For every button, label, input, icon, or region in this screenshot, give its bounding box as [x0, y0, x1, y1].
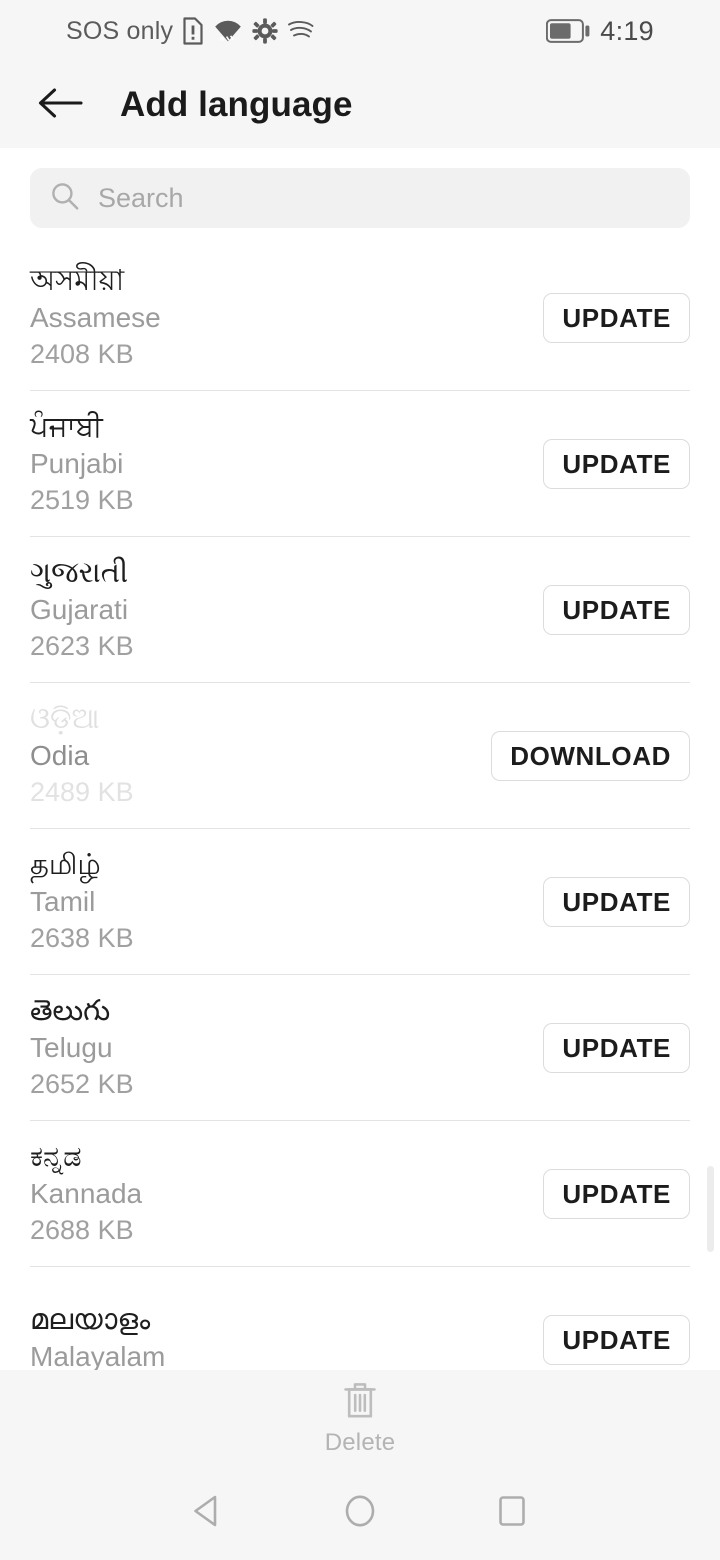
language-native-name: മലയാളം [30, 1304, 151, 1337]
language-size: 2638 KB [30, 923, 134, 954]
language-native-name: ଓଡ଼ିଆ [30, 702, 100, 735]
language-english-name: Tamil [30, 885, 96, 917]
update-button[interactable]: UPDATE [543, 1023, 690, 1073]
language-english-name: Punjabi [30, 447, 124, 479]
table-row[interactable]: ଓଡ଼ିଆ Odia 2489 KB DOWNLOAD [0, 683, 720, 829]
language-native-name: తెలుగు [30, 994, 111, 1027]
nav-recents-button[interactable] [436, 1466, 588, 1560]
language-size: 2519 KB [30, 485, 134, 516]
nav-home-button[interactable] [284, 1466, 436, 1560]
app-bar: Add language [0, 62, 720, 148]
language-english-name: Odia [30, 739, 90, 771]
search-input[interactable]: Search [30, 168, 690, 228]
language-size: 2652 KB [30, 1069, 134, 1100]
content-area: Search অসমীয়া Assamese 2408 KB UPDATE ਪੰਜਾਬ… [0, 148, 720, 1370]
update-button[interactable]: UPDATE [543, 1315, 690, 1365]
status-bar-right: 4:19 [546, 0, 654, 62]
language-text-group: ગુજરાતી Gujarati 2623 KB [30, 556, 543, 665]
language-english-name: Malayalam [30, 1341, 166, 1370]
language-size: 2623 KB [30, 631, 134, 662]
back-arrow-icon [37, 85, 83, 126]
language-size: 2688 KB [30, 1215, 134, 1246]
status-bar: SOS only 4:19 [0, 0, 720, 62]
search-icon [50, 181, 80, 216]
language-list: অসমীয়া Assamese 2408 KB UPDATE ਪੰਜਾਬੀ Punjab… [0, 245, 720, 1370]
phone-screen: SOS only 4:19 Add language Search অসমীয়… [0, 0, 720, 1560]
table-row[interactable]: ਪੰਜਾਬੀ Punjabi 2519 KB UPDATE [0, 391, 720, 537]
search-placeholder: Search [98, 182, 184, 213]
language-native-name: অসমীয়া [30, 264, 125, 297]
language-text-group: മലയാളം Malayalam [30, 1303, 543, 1370]
language-english-name: Kannada [30, 1177, 143, 1209]
nav-recents-square-icon [492, 1491, 532, 1536]
language-text-group: ਪੰਜਾਬੀ Punjabi 2519 KB [30, 410, 543, 519]
language-native-name: ಕನ್ನಡ [30, 1140, 82, 1173]
table-row[interactable]: മലയാളം Malayalam UPDATE [0, 1267, 720, 1370]
update-button[interactable]: UPDATE [543, 1169, 690, 1219]
sim-alert-icon [182, 17, 204, 45]
android-nav-bar [0, 1466, 720, 1560]
gear-icon [252, 18, 278, 44]
language-text-group: ಕನ್ನಡ Kannada 2688 KB [30, 1140, 543, 1249]
swiftkey-icon [287, 19, 315, 43]
update-button[interactable]: UPDATE [543, 877, 690, 927]
delete-label: Delete [324, 1428, 396, 1456]
battery-icon [546, 19, 590, 43]
page-title: Add language [120, 85, 353, 124]
table-row[interactable]: অসমীয়া Assamese 2408 KB UPDATE [0, 245, 720, 391]
language-text-group: অসমীয়া Assamese 2408 KB [30, 264, 543, 373]
table-row[interactable]: ગુજરાતી Gujarati 2623 KB UPDATE [0, 537, 720, 683]
table-row[interactable]: தமிழ் Tamil 2638 KB UPDATE [0, 829, 720, 975]
update-button[interactable]: UPDATE [543, 439, 690, 489]
language-text-group: తెలుగు Telugu 2652 KB [30, 994, 543, 1103]
delete-action-bar[interactable]: Delete [0, 1370, 720, 1466]
language-native-name: தமிழ் [30, 848, 101, 881]
table-row[interactable]: తెలుగు Telugu 2652 KB UPDATE [0, 975, 720, 1121]
nav-home-circle-icon [340, 1491, 380, 1536]
language-native-name: ਪੰਜਾਬੀ [30, 410, 103, 443]
trash-icon [340, 1380, 380, 1427]
nav-back-button[interactable] [132, 1466, 284, 1560]
language-size: 2489 KB [30, 777, 134, 808]
status-clock: 4:19 [600, 15, 654, 46]
wifi-icon [213, 18, 243, 44]
language-english-name: Telugu [30, 1031, 113, 1063]
download-button[interactable]: DOWNLOAD [491, 731, 690, 781]
language-size: 2408 KB [30, 339, 134, 370]
language-english-name: Assamese [30, 301, 161, 333]
language-english-name: Gujarati [30, 593, 129, 625]
nav-back-triangle-icon [188, 1491, 228, 1536]
language-native-name: ગુજરાતી [30, 556, 129, 589]
search-area: Search [0, 148, 720, 228]
table-row[interactable]: ಕನ್ನಡ Kannada 2688 KB UPDATE [0, 1121, 720, 1267]
update-button[interactable]: UPDATE [543, 585, 690, 635]
back-button[interactable] [34, 79, 86, 131]
carrier-label: SOS only [66, 16, 174, 45]
language-text-group: தமிழ் Tamil 2638 KB [30, 848, 543, 957]
language-text-group: ଓଡ଼ିଆ Odia 2489 KB [30, 702, 491, 811]
status-bar-left: SOS only [66, 0, 315, 62]
list-scrollbar[interactable] [707, 1166, 714, 1252]
update-button[interactable]: UPDATE [543, 293, 690, 343]
